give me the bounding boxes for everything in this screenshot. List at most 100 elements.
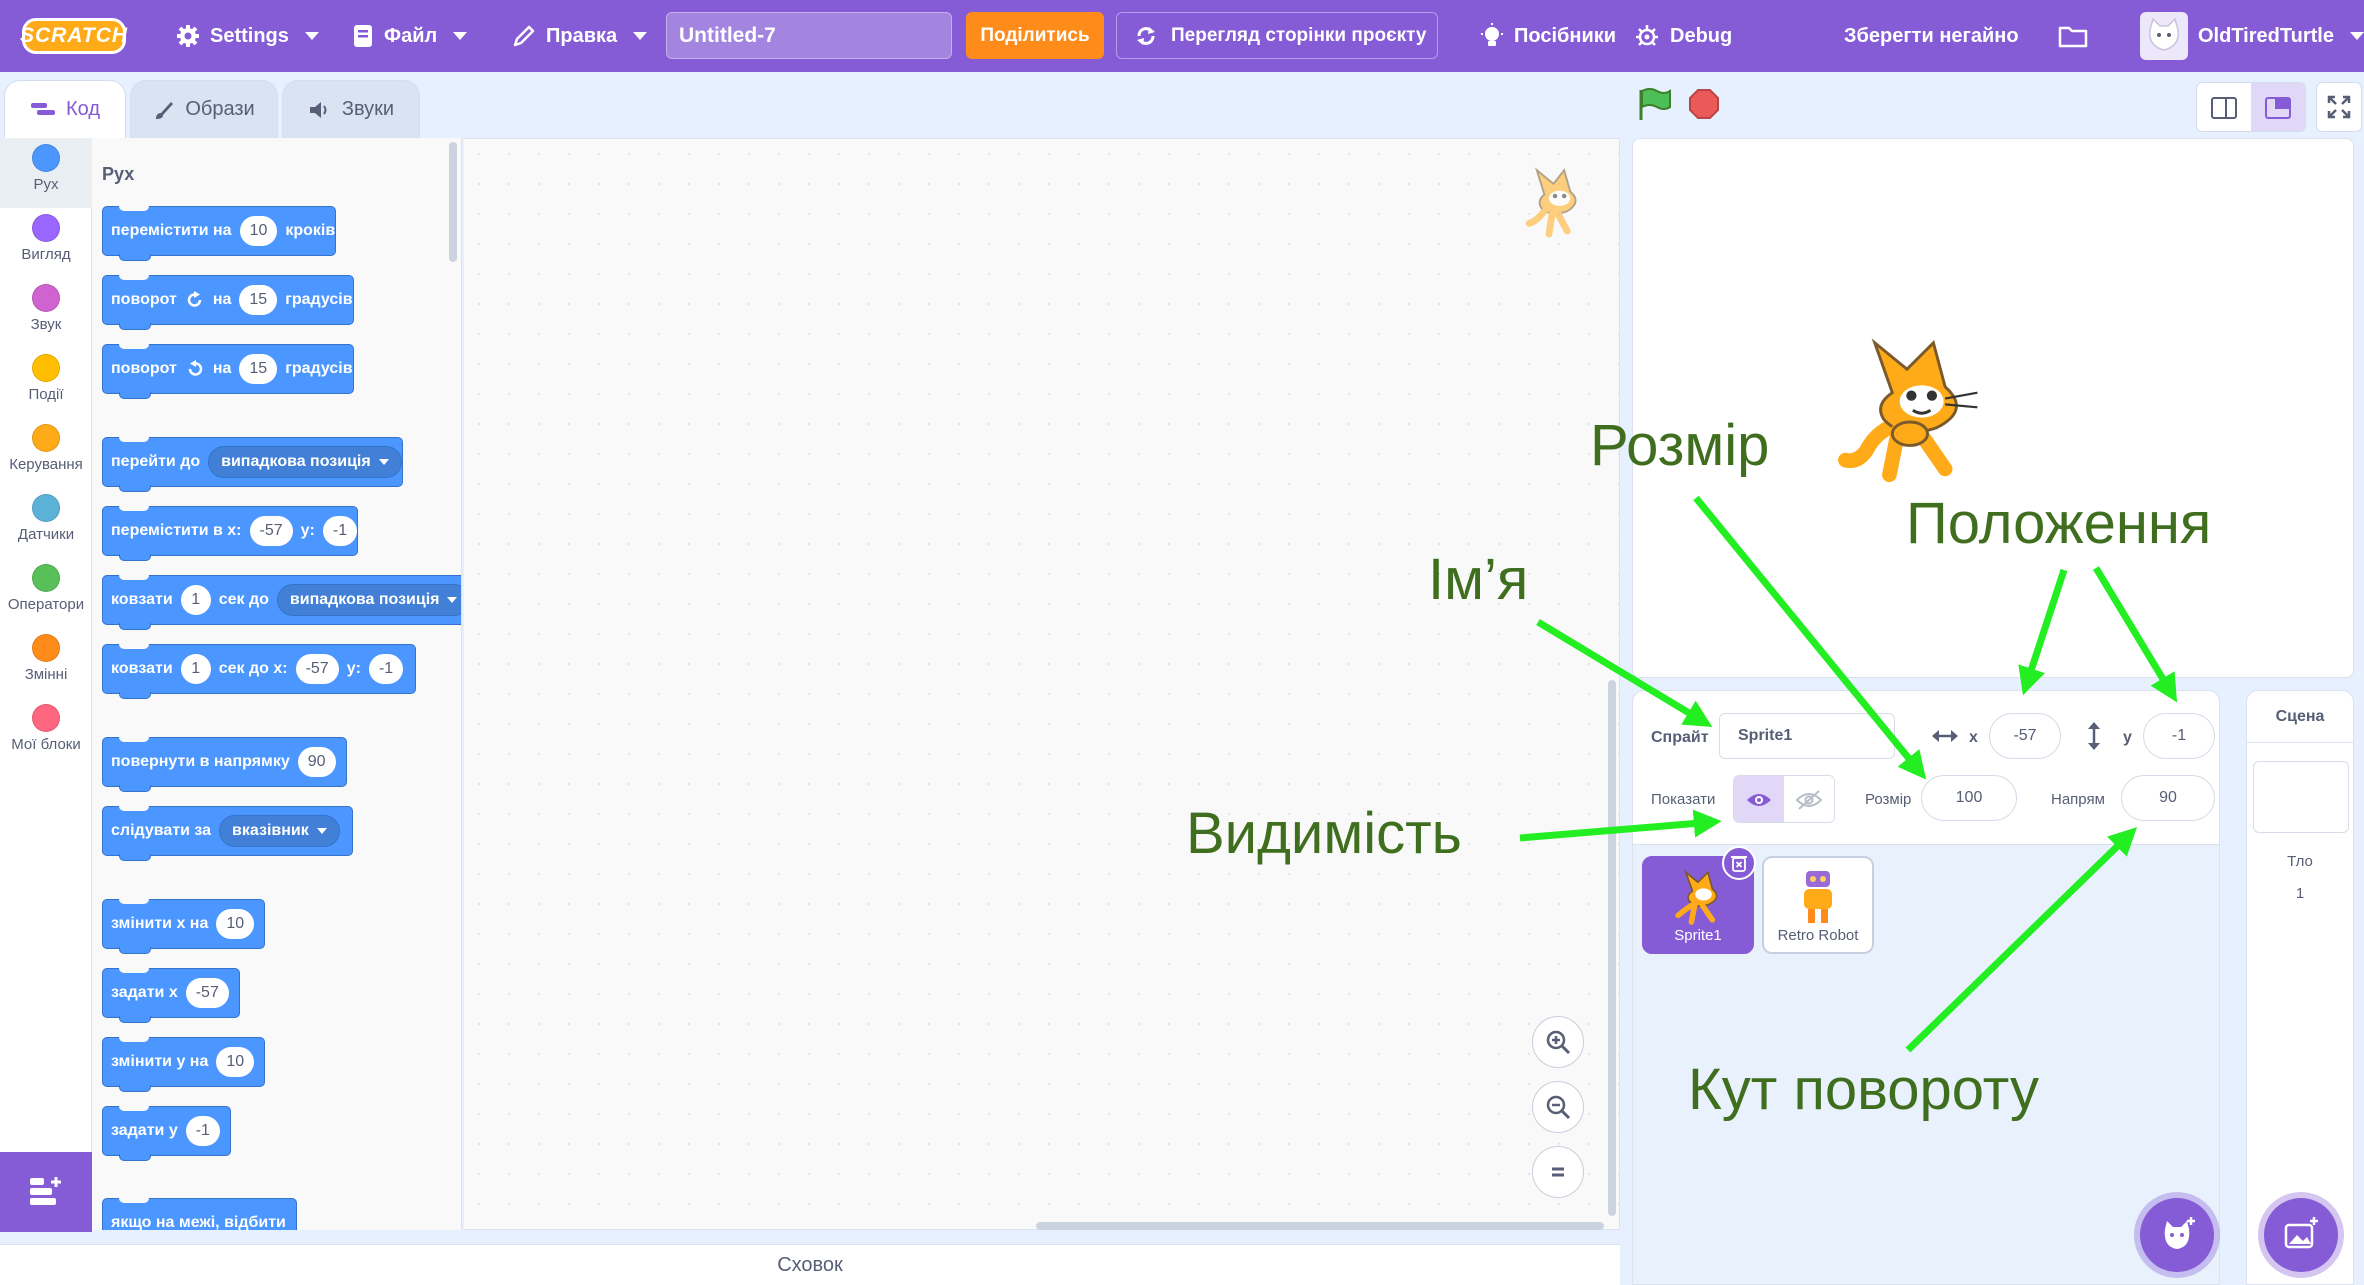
share-button[interactable]: Поділитись	[966, 12, 1104, 59]
category-label: Керування	[9, 456, 83, 473]
project-page-button[interactable]: Перегляд сторінки проєкту	[1116, 12, 1438, 59]
block-move-steps[interactable]: перемістити на 10 кроків	[102, 206, 337, 261]
my-stuff-button[interactable]	[2058, 0, 2088, 72]
gear-icon	[177, 25, 199, 47]
chevron-down-icon	[447, 597, 458, 603]
block-input[interactable]: -1	[322, 516, 358, 546]
block-change-x[interactable]: змінити х на 10	[102, 899, 266, 954]
small-stage-button[interactable]	[2197, 83, 2251, 131]
tutorials-button[interactable]: Посібники	[1480, 0, 1616, 72]
block-input[interactable]: 10	[239, 216, 278, 246]
workspace-h-scrollbar[interactable]	[1036, 1222, 1604, 1230]
chevron-down-icon	[304, 32, 319, 40]
sprite-info-panel: Спрайт Sprite1 x -57 y -1 Показати Розмі…	[1632, 690, 2220, 845]
stop-icon	[1689, 89, 1719, 119]
block-text: сек до x:	[218, 660, 288, 677]
block-input[interactable]: -57	[185, 978, 229, 1008]
block-turn-right[interactable]: поворот на 15 градусів	[102, 275, 354, 330]
block-input[interactable]: 10	[216, 909, 255, 939]
sprite-name-input[interactable]: Sprite1	[1719, 713, 1895, 759]
y-position-input[interactable]: -1	[2143, 713, 2215, 759]
category-sound[interactable]: Звук	[0, 278, 92, 348]
block-input[interactable]: 10	[216, 1047, 255, 1077]
palette-scrollbar[interactable]	[449, 142, 457, 262]
category-operators[interactable]: Оператори	[0, 558, 92, 628]
choose-sprite-button[interactable]	[2140, 1198, 2214, 1272]
block-input[interactable]: -1	[368, 654, 404, 684]
block-input[interactable]: -57	[249, 516, 293, 546]
normal-stage-button[interactable]	[2251, 83, 2305, 131]
save-now-button[interactable]: Зберегти негайно	[1844, 0, 2019, 72]
workspace-v-scrollbar[interactable]	[1608, 680, 1616, 1216]
block-point-direction[interactable]: повернути в напрямку 90	[102, 737, 347, 792]
block-glide-xy[interactable]: ковзати 1 сек до x: -57 y: -1	[102, 644, 417, 699]
category-control[interactable]: Керування	[0, 418, 92, 488]
eye-off-icon	[1796, 790, 1822, 810]
tab-sounds-label: Звуки	[341, 98, 395, 120]
block-input[interactable]: 1	[180, 654, 211, 684]
project-title-input[interactable]: Untitled-7	[666, 12, 952, 59]
edit-menu[interactable]: Правка	[512, 0, 648, 72]
category-looks[interactable]: Вигляд	[0, 208, 92, 278]
backpack-bar[interactable]: Сховок	[0, 1244, 1620, 1285]
block-bounce[interactable]: якщо на межі, відбити	[102, 1198, 297, 1230]
direction-input[interactable]: 90	[2121, 775, 2215, 821]
add-extension-button[interactable]	[0, 1152, 92, 1232]
block-turn-left[interactable]: поворот на 15 градусів	[102, 344, 354, 399]
zoom-out-button[interactable]	[1532, 1081, 1584, 1133]
annotation-visibility: Видимість	[1186, 801, 1462, 866]
category-my-blocks[interactable]: Мої блоки	[0, 698, 92, 768]
tab-sounds[interactable]: Звуки	[282, 80, 420, 138]
block-dropdown[interactable]: випадкова позиція	[208, 446, 402, 478]
block-input[interactable]: 15	[239, 354, 278, 384]
backdrops-count: 1	[2295, 885, 2305, 902]
block-goto[interactable]: перейти до випадкова позиція	[102, 437, 403, 492]
stop-button[interactable]	[1688, 88, 1720, 125]
sprite-tile-retro-robot[interactable]: Retro Robot	[1762, 856, 1874, 954]
stage-selector-pane[interactable]: Сцена Тло 1	[2246, 690, 2354, 1285]
block-goto-xy[interactable]: перемістити в x: -57 y: -1	[102, 506, 359, 561]
tab-costumes[interactable]: Образи	[130, 80, 278, 138]
backdrop-thumbnail[interactable]	[2253, 761, 2349, 833]
size-input[interactable]: 100	[1921, 775, 2017, 821]
block-input[interactable]: 15	[239, 285, 278, 315]
delete-sprite-button[interactable]	[1722, 846, 1756, 880]
file-menu[interactable]: Файл	[352, 0, 468, 72]
hide-sprite-button[interactable]	[1784, 776, 1834, 822]
show-sprite-button[interactable]	[1734, 776, 1784, 822]
sprite-tile-name: Sprite1	[1674, 927, 1722, 944]
category-sensing[interactable]: Датчики	[0, 488, 92, 558]
block-glide-to[interactable]: ковзати 1 сек до випадкова позиція	[102, 575, 461, 630]
block-text: y:	[346, 660, 361, 677]
x-position-input[interactable]: -57	[1989, 713, 2061, 759]
scratch-logo[interactable]: SCRATCH	[20, 18, 127, 54]
stage-pane-title: Сцена	[2247, 691, 2353, 743]
debug-button[interactable]: Debug	[1634, 0, 1732, 72]
block-input[interactable]: 90	[297, 747, 336, 777]
category-events[interactable]: Події	[0, 348, 92, 418]
stage-canvas[interactable]	[1632, 138, 2354, 678]
block-change-y[interactable]: змінити у на 10	[102, 1037, 266, 1092]
block-input[interactable]: -1	[185, 1116, 220, 1146]
block-input[interactable]: -57	[295, 654, 339, 684]
tab-code[interactable]: Код	[4, 80, 126, 138]
fullscreen-button[interactable]	[2316, 82, 2362, 132]
block-text: перейти до	[111, 453, 201, 470]
choose-backdrop-button[interactable]	[2264, 1198, 2338, 1272]
green-flag-button[interactable]	[1636, 86, 1674, 127]
cat-sprite[interactable]	[1832, 334, 1982, 488]
zoom-in-button[interactable]	[1532, 1016, 1584, 1068]
block-set-x[interactable]: задати х -57	[102, 968, 240, 1023]
block-set-y[interactable]: задати у -1	[102, 1106, 231, 1161]
block-input[interactable]: 1	[180, 585, 211, 615]
block-dropdown[interactable]: випадкова позиція	[276, 584, 461, 616]
zoom-reset-button[interactable]	[1532, 1146, 1584, 1198]
code-workspace[interactable]	[464, 138, 1620, 1230]
settings-menu[interactable]: Settings	[176, 0, 319, 72]
trash-icon	[1731, 856, 1747, 872]
block-point-towards[interactable]: слідувати за вказівник	[102, 806, 353, 861]
category-variables[interactable]: Змінні	[0, 628, 92, 698]
block-dropdown[interactable]: вказівник	[219, 815, 340, 847]
account-menu[interactable]: OldTiredTurtle	[2140, 0, 2364, 72]
category-motion[interactable]: Рух	[0, 138, 92, 208]
